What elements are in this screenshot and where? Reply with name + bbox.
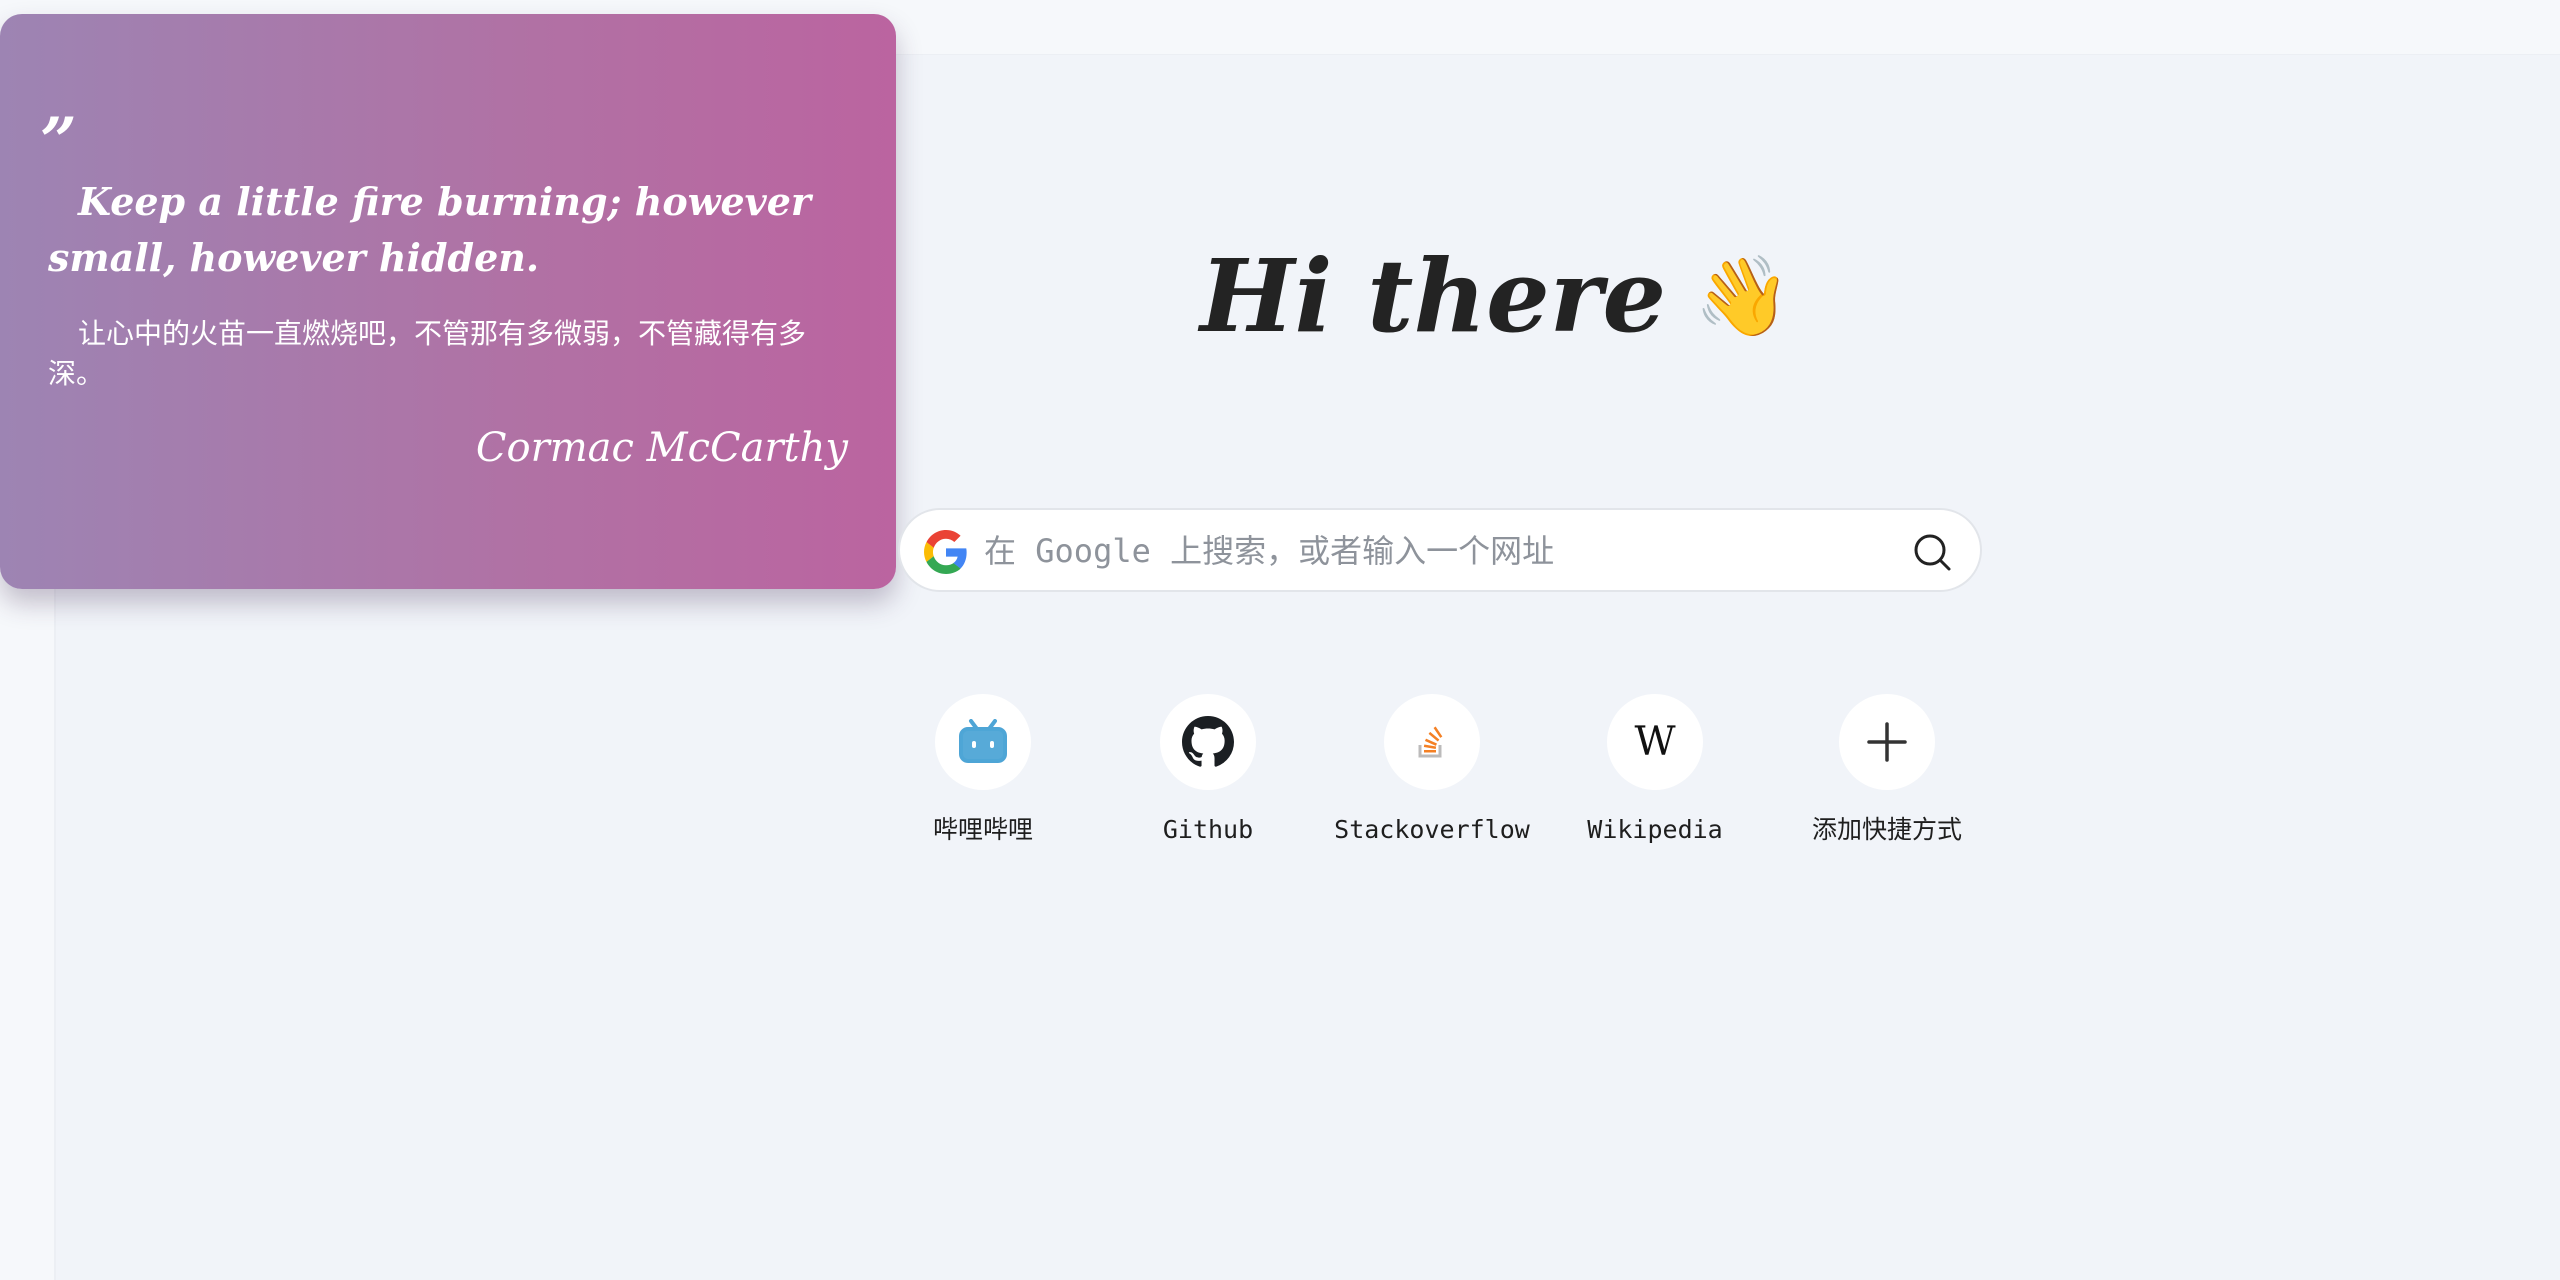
shortcut-tile[interactable] <box>1839 694 1935 790</box>
shortcut-tile[interactable]: W <box>1607 694 1703 790</box>
greeting-text: Hi there <box>1200 237 1667 355</box>
quote-card[interactable]: ” Keep a little fire burning; however sm… <box>0 14 896 589</box>
shortcut-label: Wikipedia <box>1587 815 1723 844</box>
search-icon[interactable] <box>1912 532 1952 572</box>
google-icon <box>924 530 967 574</box>
stackoverflow-icon <box>1418 726 1443 758</box>
search-bar[interactable] <box>898 508 1982 592</box>
shortcut-github[interactable]: Github <box>1098 694 1318 854</box>
shortcut-stackoverflow[interactable]: Stackoverflow <box>1322 694 1542 854</box>
shortcut-add[interactable]: 添加快捷方式 <box>1777 694 1997 854</box>
wikipedia-icon: W <box>1634 719 1676 765</box>
quote-chinese: 让心中的火苗一直燃烧吧，不管那有多微弱，不管藏得有多深。 <box>48 317 807 390</box>
plus-icon <box>1867 722 1907 762</box>
shortcut-bilibili[interactable]: 哔哩哔哩 <box>873 694 1093 854</box>
shortcut-label: Stackoverflow <box>1334 815 1530 844</box>
shortcut-tile[interactable] <box>935 694 1031 790</box>
bilibili-icon <box>959 719 1007 763</box>
shortcut-wikipedia[interactable]: W Wikipedia <box>1545 694 1765 854</box>
quote-mark: ” <box>40 104 77 179</box>
shortcut-tile[interactable] <box>1160 694 1256 790</box>
search-input[interactable] <box>982 522 1866 580</box>
quote-english: Keep a little fire burning; however smal… <box>48 179 811 280</box>
shortcut-label: 添加快捷方式 <box>1811 815 1962 844</box>
shortcut-tile[interactable] <box>1384 694 1480 790</box>
quote-author: Cormac McCarthy <box>475 425 848 471</box>
greeting-heading: Hi there 👋 <box>1200 226 1791 367</box>
shortcut-label: Github <box>1162 815 1254 844</box>
waving-hand-icon: 👋 <box>1694 251 1792 342</box>
github-icon <box>1182 716 1234 767</box>
shortcut-label: 哔哩哔哩 <box>932 815 1033 844</box>
